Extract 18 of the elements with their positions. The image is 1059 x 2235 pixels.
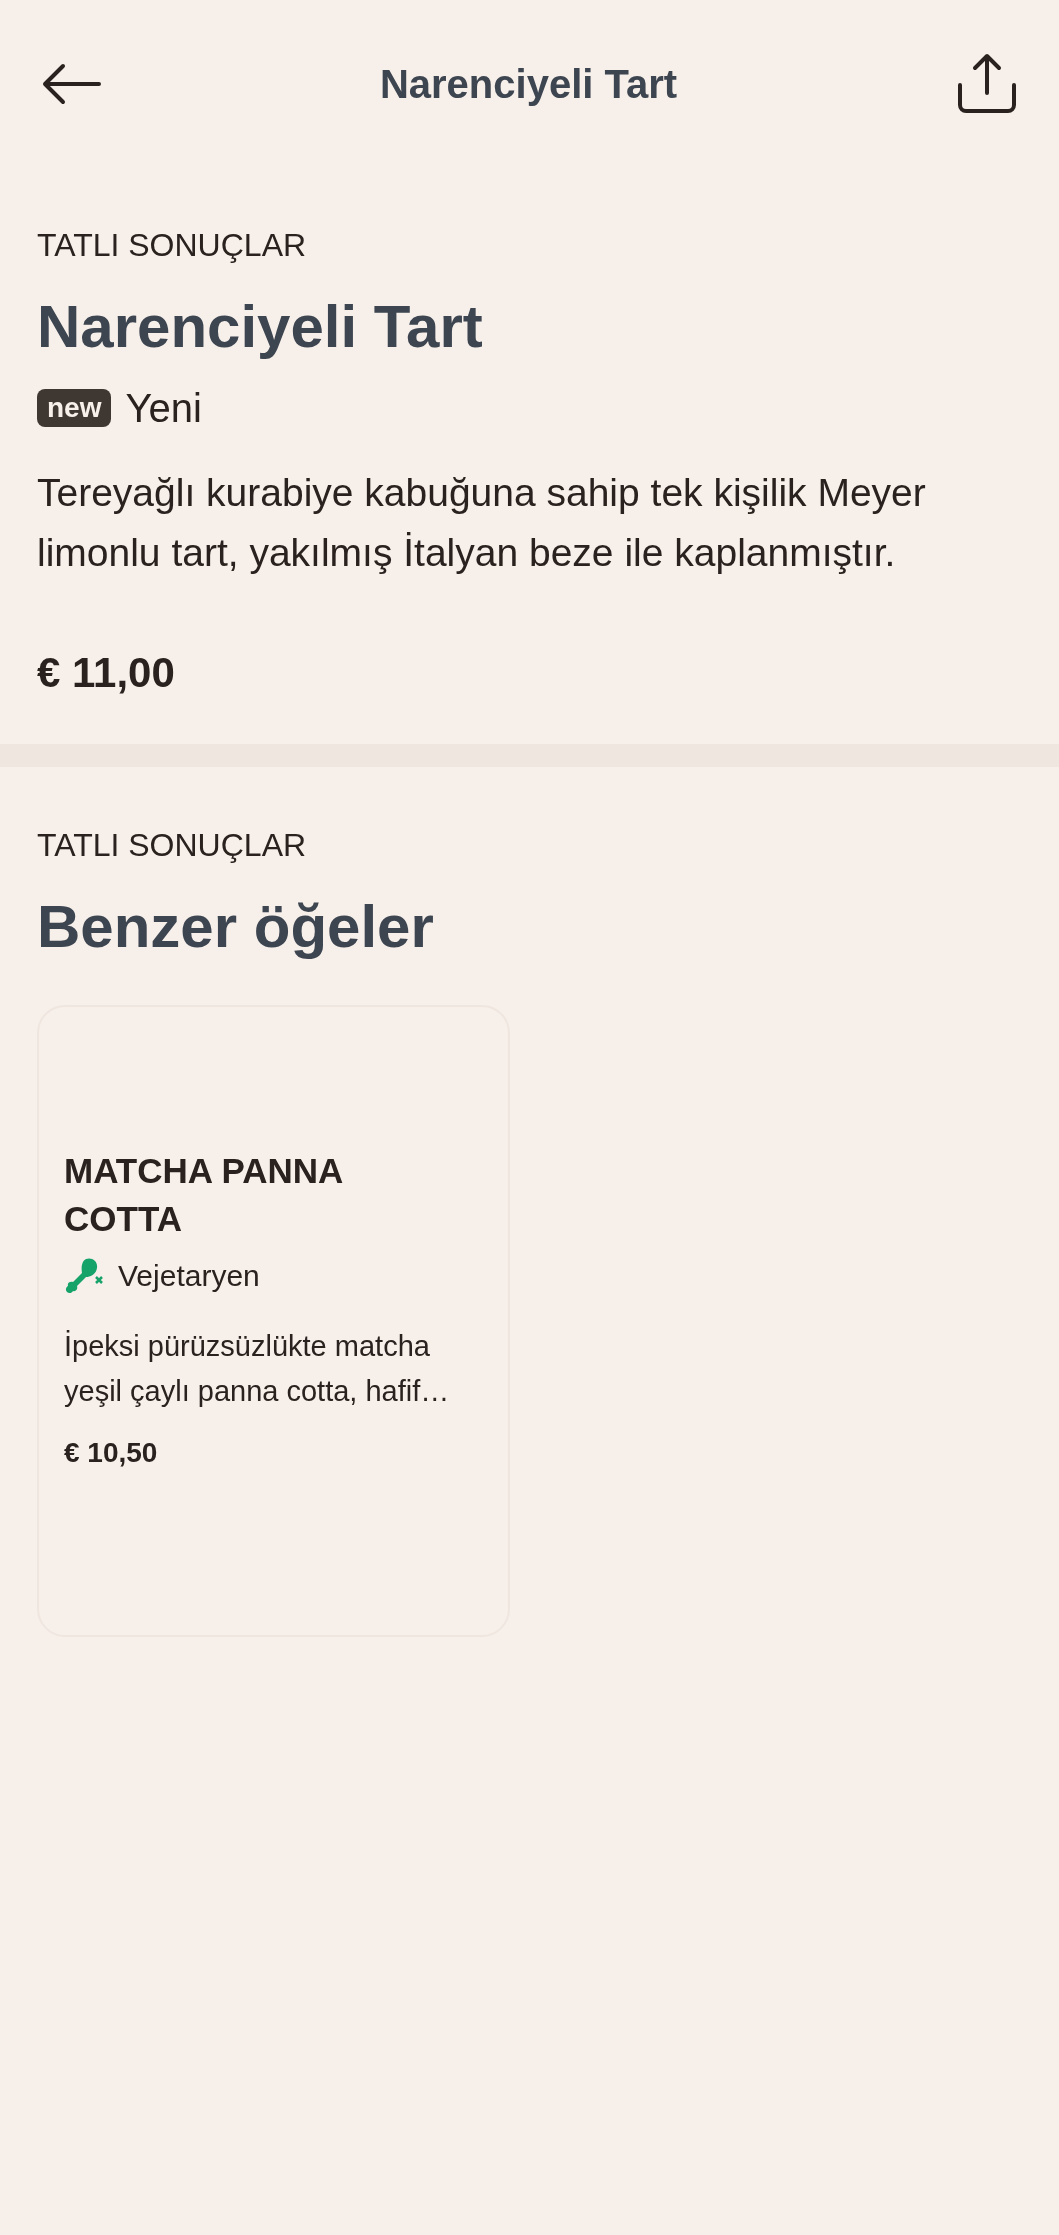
drumstick-icon: [64, 1256, 104, 1295]
page-title: Narenciyeli Tart: [379, 61, 678, 108]
section-title: Benzer öğeler: [37, 892, 435, 962]
back-arrow-icon: [41, 62, 101, 106]
new-badge: new: [37, 389, 112, 427]
badge-label: Yeni: [125, 385, 202, 432]
item-title: MATCHA PANNA COTTA: [64, 1150, 344, 1240]
product-description: Tereyağlı kurabiye kabuğuna sahip tek kişilik Meyer limonlu tart, yakılmış İtalyan beze ile kaplanmıştır.: [37, 470, 927, 576]
share-button[interactable]: [955, 52, 1019, 116]
item-price: € 10,50: [64, 1436, 159, 1470]
product-title: Narenciyeli Tart: [37, 292, 484, 362]
category-label: TATLI SONUÇLAR: [37, 226, 308, 265]
category-label: TATLI SONUÇLAR: [37, 826, 308, 865]
item-card[interactable]: MATCHA PANNA COTTA Vejetaryen İpeksi pürüzsüzlükte matcha yeşil çaylı panna cotta, hafif… € 10,50: [37, 1005, 510, 1637]
item-description: İpeksi pürüzsüzlükte matcha yeşil çaylı panna cotta, hafif…: [64, 1329, 451, 1409]
product-price: € 11,00: [37, 648, 176, 698]
share-icon: [956, 53, 1018, 115]
diet-label: Vejetaryen: [118, 1258, 260, 1294]
